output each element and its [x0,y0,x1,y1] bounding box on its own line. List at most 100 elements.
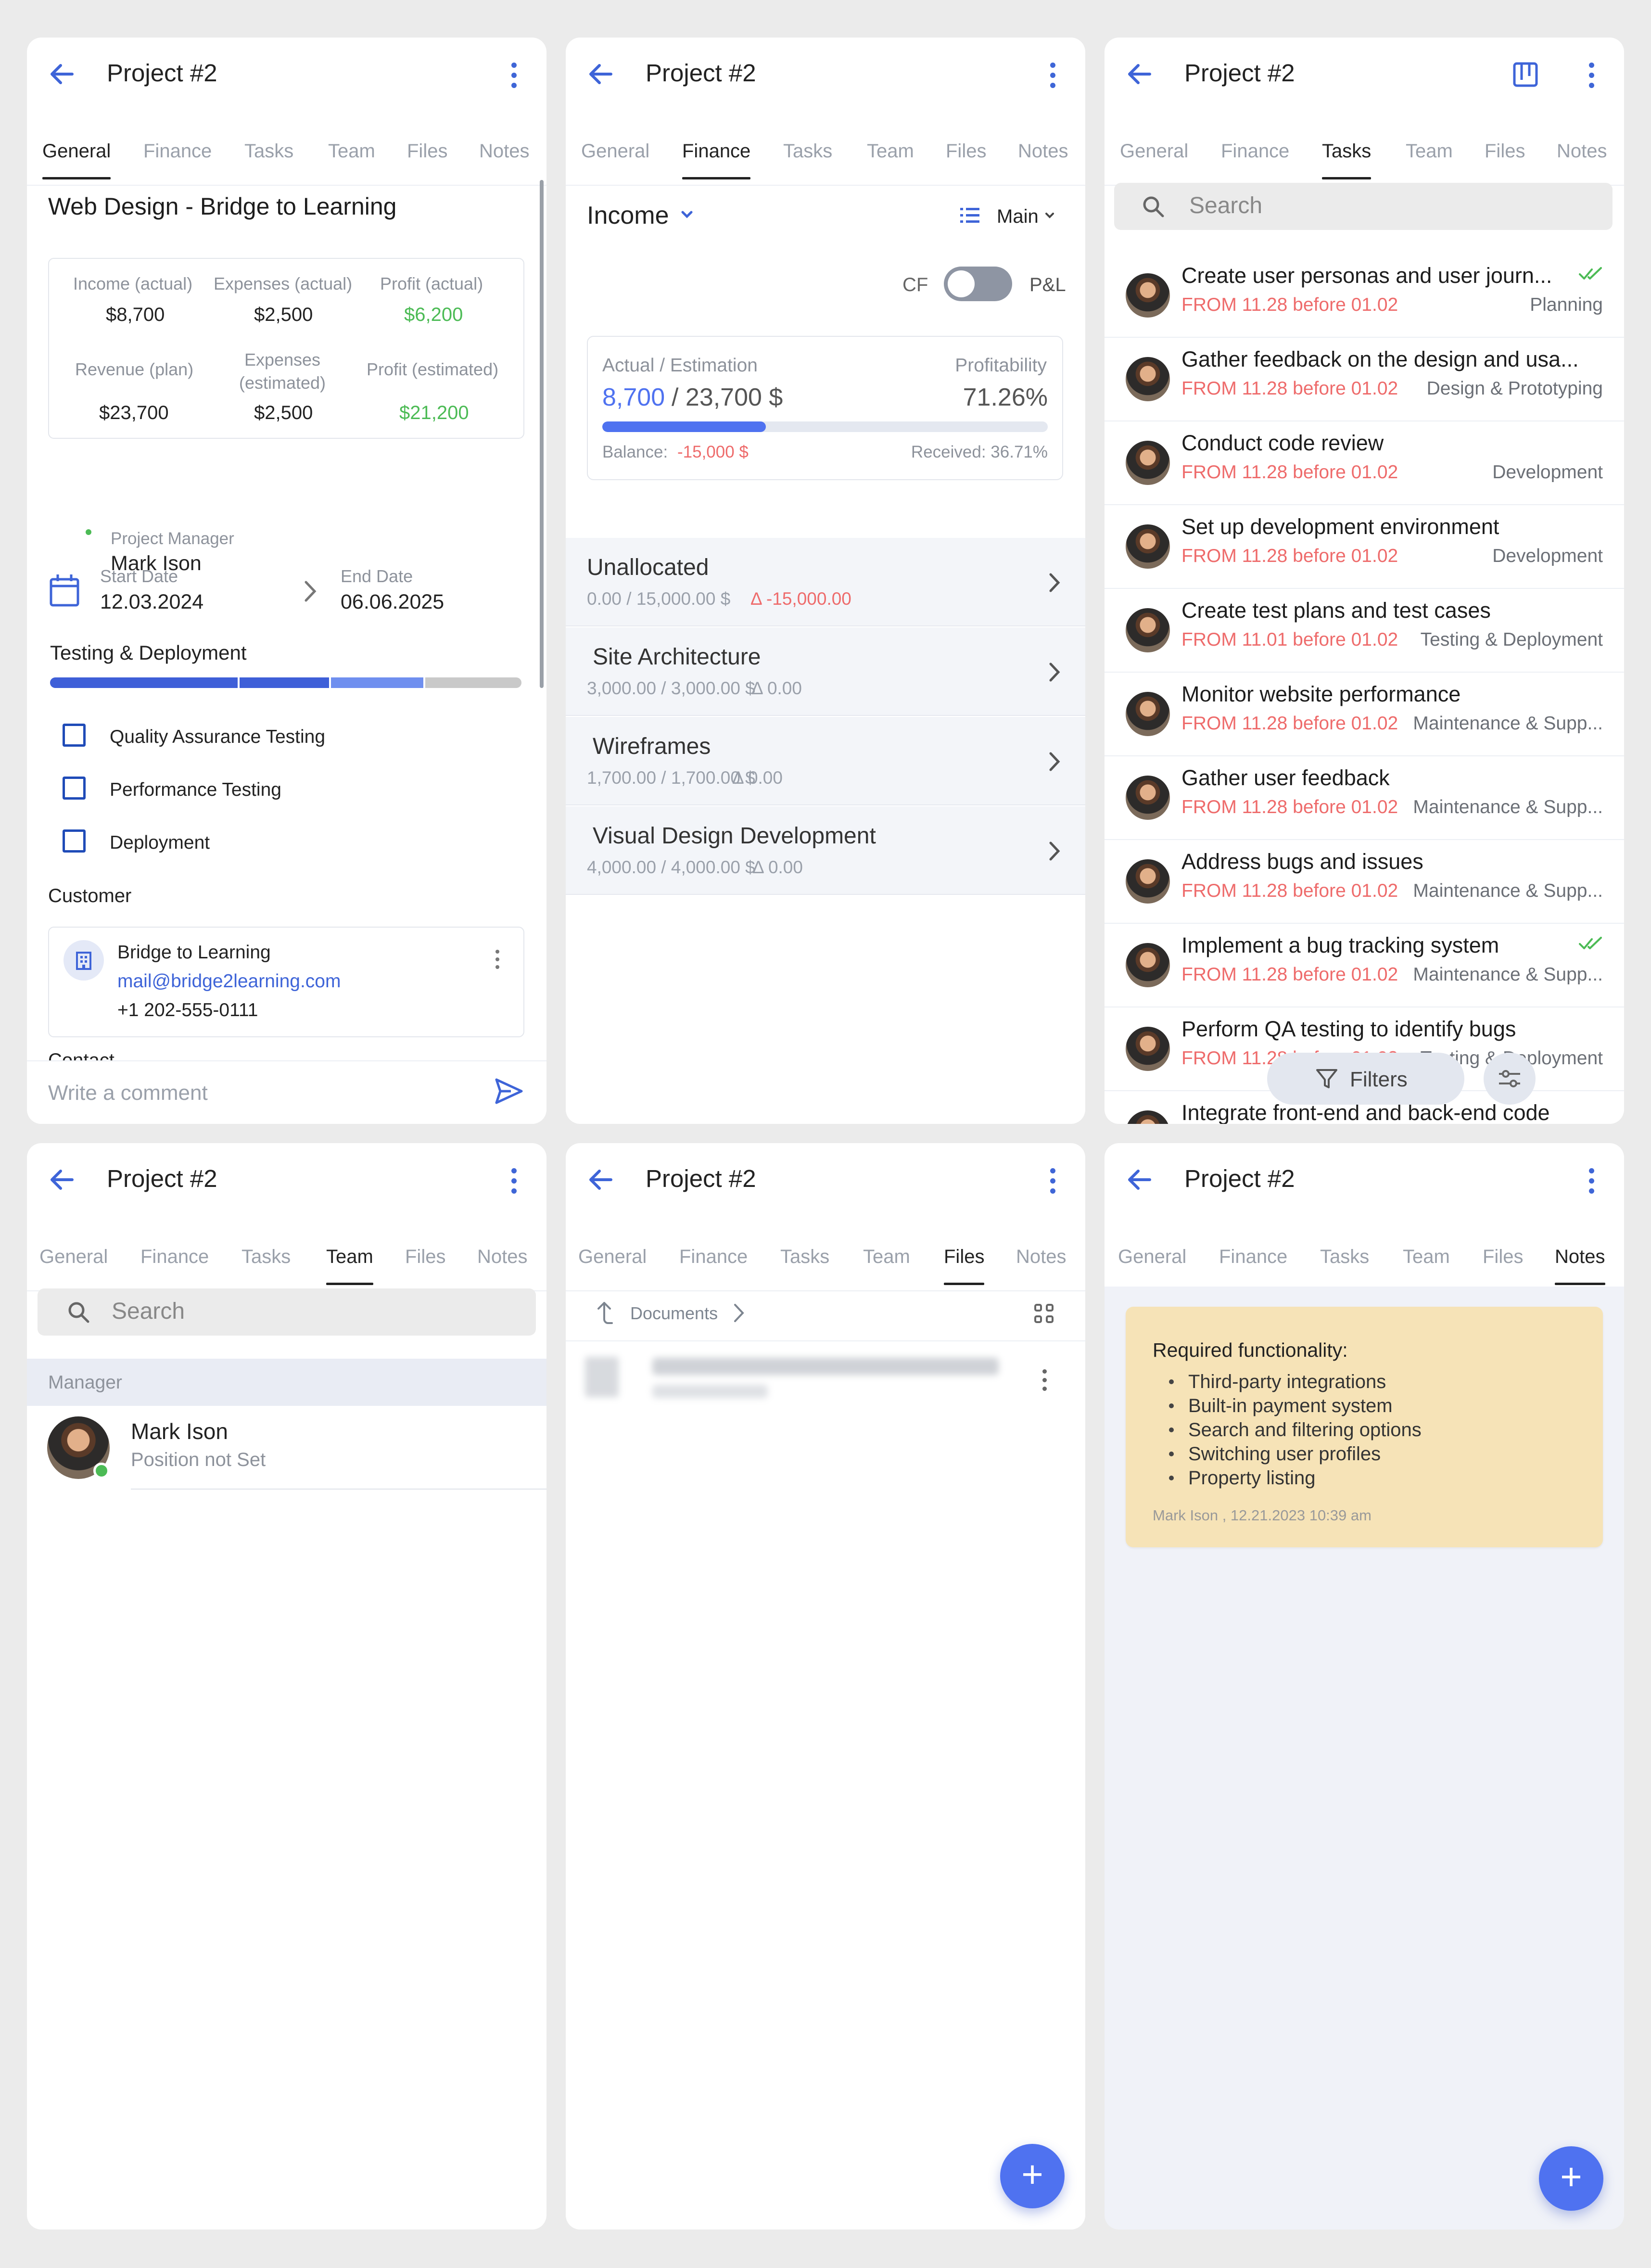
tab-general[interactable]: General [578,1247,647,1266]
section-selector[interactable]: Income [587,203,669,228]
checkbox-performance[interactable] [63,777,86,800]
add-note-button[interactable]: + [1539,2146,1603,2211]
add-file-button[interactable]: + [1000,2144,1065,2208]
finance-row-wireframes[interactable]: Wireframes 1,700.00 / 1,700.00 $ Δ 0.00 [566,717,1085,805]
tab-tasks[interactable]: Tasks [780,1247,829,1266]
tab-tasks[interactable]: Tasks [1322,141,1372,179]
finance-row-site-architecture[interactable]: Site Architecture 3,000.00 / 3,000.00 $ … [566,627,1085,716]
comment-input[interactable]: Write a comment [48,1083,208,1104]
tab-finance[interactable]: Finance [1219,1247,1287,1266]
more-menu-icon[interactable] [1587,1168,1596,1197]
tab-files[interactable]: Files [946,141,986,161]
tab-files[interactable]: Files [1483,1247,1523,1266]
file-menu-icon[interactable] [1040,1369,1049,1398]
row-title: Site Architecture [593,644,761,670]
task-item[interactable]: Set up development environment FROM 11.28… [1105,505,1624,589]
end-date-value[interactable]: 06.06.2025 [341,592,444,612]
tab-finance[interactable]: Finance [682,141,751,179]
back-arrow-icon[interactable] [47,60,76,89]
tab-team[interactable]: Team [1403,1247,1450,1266]
tab-tasks[interactable]: Tasks [1320,1247,1369,1266]
task-item[interactable]: Address bugs and issues FROM 11.28 before… [1105,840,1624,924]
tab-tasks[interactable]: Tasks [783,141,832,161]
tab-general[interactable]: General [581,141,649,161]
tab-team[interactable]: Team [326,1247,373,1285]
task-item[interactable]: Implement a bug tracking system FROM 11.2… [1105,924,1624,1007]
member-name[interactable]: Mark Ison [131,1420,228,1442]
tab-notes[interactable]: Notes [477,1247,528,1266]
tab-general[interactable]: General [39,1247,108,1266]
tab-tasks[interactable]: Tasks [241,1247,291,1266]
task-item[interactable]: Gather user feedback FROM 11.28 before 01… [1105,756,1624,840]
chevron-down-icon[interactable] [1044,210,1055,221]
tab-notes[interactable]: Notes [1557,141,1607,161]
tab-finance[interactable]: Finance [1221,141,1289,161]
task-item[interactable]: Monitor website performance FROM 11.28 be… [1105,673,1624,756]
back-arrow-icon[interactable] [1125,60,1154,89]
received-value: Received: 36.71% [911,443,1048,461]
send-icon[interactable] [494,1077,524,1106]
tab-files[interactable]: Files [405,1247,445,1266]
tab-team[interactable]: Team [867,141,914,161]
start-date-value[interactable]: 12.03.2024 [100,592,203,612]
breadcrumb[interactable]: Documents [630,1305,718,1322]
cf-pl-toggle[interactable] [944,267,1012,301]
task-search[interactable]: Search [1114,183,1613,230]
tab-general[interactable]: General [1118,1247,1186,1266]
back-arrow-icon[interactable] [586,60,615,89]
chevron-down-icon[interactable] [680,209,694,220]
tab-team[interactable]: Team [328,141,375,161]
back-arrow-icon[interactable] [586,1165,615,1194]
scrollbar[interactable] [540,180,544,688]
search-input[interactable]: Search [112,1300,185,1323]
customer-email[interactable]: mail@bridge2learning.com [117,972,341,991]
task-item[interactable]: Gather feedback on the design and usa...… [1105,338,1624,421]
list-view-icon[interactable] [959,206,980,225]
tab-tasks[interactable]: Tasks [244,141,293,161]
filter-settings-button[interactable] [1484,1053,1536,1105]
more-menu-icon[interactable] [509,1168,519,1197]
tab-notes[interactable]: Notes [479,141,530,161]
task-item[interactable]: Create user personas and user journ... FR… [1105,254,1624,338]
task-item[interactable]: Create test plans and test cases FROM 11.… [1105,589,1624,673]
team-search[interactable]: Search [38,1288,536,1336]
contact-label: Contact [48,1051,114,1060]
tab-team[interactable]: Team [1406,141,1453,161]
tab-notes[interactable]: Notes [1016,1247,1067,1266]
row-amounts: 4,000.00 / 4,000.00 $ [587,857,755,877]
task-item[interactable]: Conduct code review FROM 11.28 before 01.… [1105,421,1624,505]
tab-team[interactable]: Team [863,1247,910,1266]
tab-files[interactable]: Files [944,1247,985,1285]
tab-files[interactable]: Files [1485,141,1525,161]
tab-files[interactable]: Files [407,141,447,161]
back-arrow-icon[interactable] [47,1165,76,1194]
tab-general[interactable]: General [42,141,111,179]
sliders-icon [1499,1070,1520,1087]
finance-row-visual-design[interactable]: Visual Design Development 4,000.00 / 4,0… [566,806,1085,895]
back-arrow-icon[interactable] [1125,1165,1154,1194]
more-menu-icon[interactable] [1587,63,1596,91]
search-input[interactable]: Search [1189,194,1262,217]
tab-finance[interactable]: Finance [143,141,212,161]
tab-notes[interactable]: Notes [1018,141,1068,161]
grid-view-icon[interactable] [1033,1303,1054,1324]
task-dates: FROM 11.28 before 01.02 [1181,964,1398,985]
checkbox-deployment[interactable] [63,829,86,853]
customer-phone[interactable]: +1 202-555-0111 [117,1001,258,1019]
tab-finance[interactable]: Finance [140,1247,209,1266]
more-menu-icon[interactable] [1048,1168,1057,1197]
more-menu-icon[interactable] [509,63,519,91]
tab-finance[interactable]: Finance [679,1247,748,1266]
finance-row-unallocated[interactable]: Unallocated 0.00 / 15,000.00 $ Δ -15,000… [566,538,1085,626]
filter-icon [1316,1069,1337,1088]
board-view-icon[interactable] [1512,62,1538,88]
customer-menu-icon[interactable] [494,950,501,974]
tab-notes[interactable]: Notes [1555,1247,1605,1285]
folder-up-icon[interactable] [595,1300,614,1326]
tab-general[interactable]: General [1120,141,1188,161]
checkbox-qa[interactable] [63,724,86,747]
view-selector[interactable]: Main [997,207,1039,226]
file-item-blurred[interactable] [585,1351,1028,1404]
more-menu-icon[interactable] [1048,63,1057,91]
profit-estimated-value: $21,200 [399,402,469,423]
